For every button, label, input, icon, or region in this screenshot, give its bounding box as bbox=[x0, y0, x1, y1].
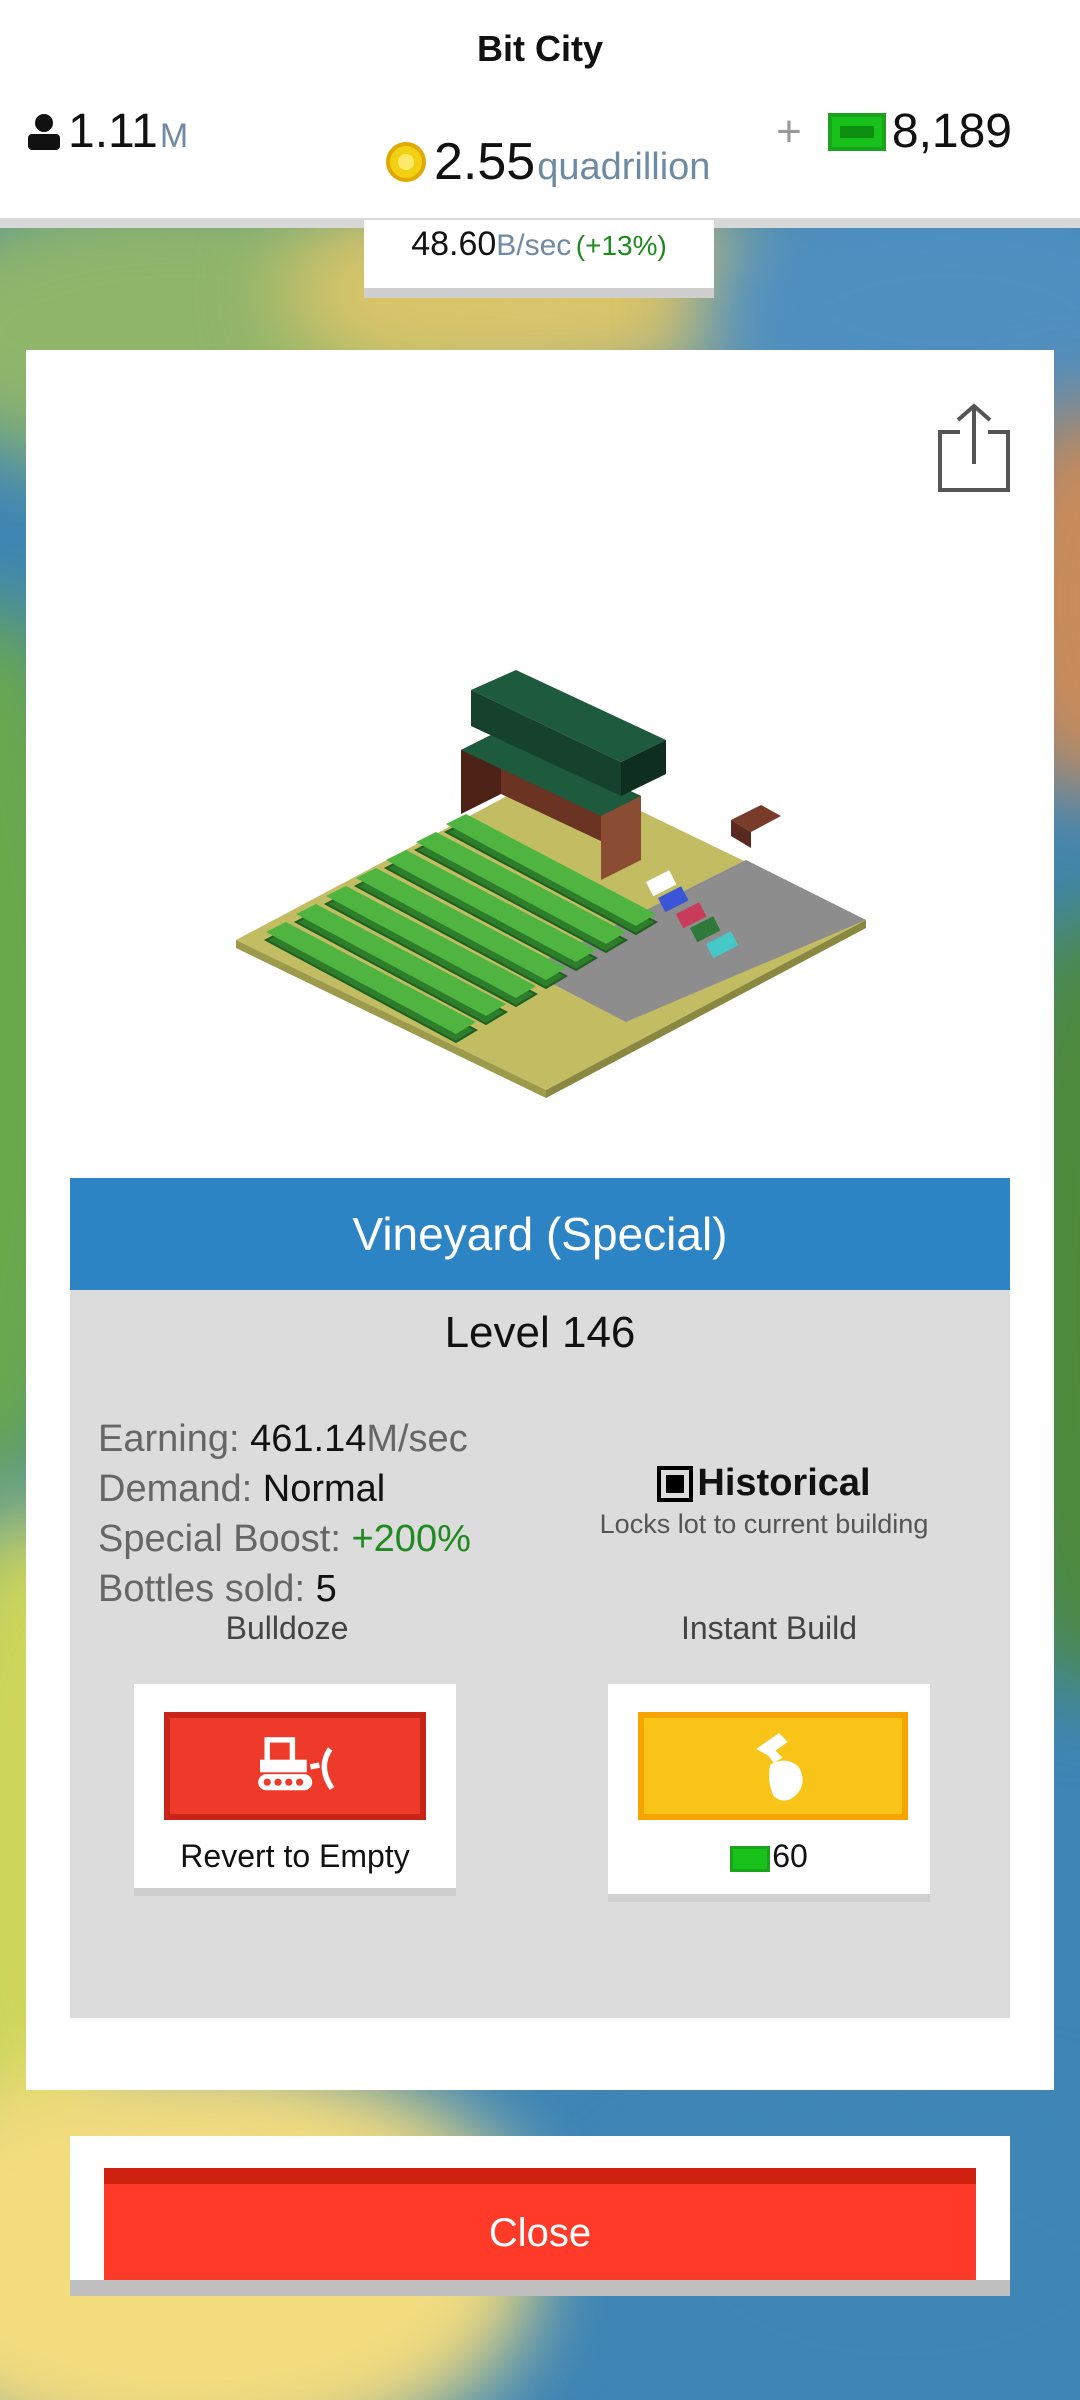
income-unit: B/sec bbox=[496, 229, 572, 262]
building-stats: Earning: 461.14M/sec Demand: Normal Spec… bbox=[98, 1414, 471, 1614]
app-title: Bit City bbox=[477, 28, 603, 69]
add-cash-button[interactable]: + bbox=[776, 107, 802, 157]
earning-label: Earning: bbox=[98, 1418, 240, 1460]
special-boost-row: Special Boost: +200% bbox=[98, 1514, 471, 1564]
cash-value: 8,189 bbox=[891, 105, 1012, 158]
building-card: Vineyard (Special) Level 146 Earning: 46… bbox=[26, 350, 1054, 2090]
demand-row: Demand: Normal bbox=[98, 1464, 471, 1514]
historical-toggle[interactable]: Historical Locks lot to current building bbox=[594, 1462, 934, 1540]
cash-counter[interactable]: + 8,189 bbox=[776, 104, 1012, 159]
population-unit: M bbox=[159, 117, 189, 155]
cash-icon bbox=[730, 1845, 771, 1872]
close-panel-shadow bbox=[70, 2280, 1010, 2296]
coin-counter[interactable]: 2.55 quadrillion bbox=[386, 132, 710, 192]
instant-build-cost-value: 60 bbox=[772, 1838, 808, 1874]
bulldozer-icon bbox=[258, 1737, 335, 1791]
population-counter[interactable]: 1.11 M bbox=[26, 104, 188, 159]
person-icon bbox=[28, 113, 60, 150]
bulldoze-label: Bulldoze bbox=[225, 1610, 349, 1646]
bottles-sold-label: Bottles sold: bbox=[98, 1568, 305, 1610]
boost-label: Special Boost: bbox=[98, 1518, 341, 1560]
income-rate-shadow bbox=[364, 288, 714, 298]
instant-build-button[interactable]: 60 bbox=[608, 1684, 930, 1902]
top-bar: Bit City 1.11 M 2.55 quadrillion + 8,189 bbox=[0, 0, 1080, 220]
bottles-sold-value: 5 bbox=[315, 1568, 337, 1610]
close-button[interactable]: Close bbox=[104, 2168, 976, 2282]
earning-row: Earning: 461.14M/sec bbox=[98, 1414, 471, 1464]
coin-icon bbox=[386, 142, 426, 182]
instant-build-label: Instant Build bbox=[680, 1610, 858, 1646]
earning-unit: M/sec bbox=[366, 1418, 468, 1460]
historical-description: Locks lot to current building bbox=[599, 1509, 929, 1539]
share-icon[interactable] bbox=[934, 402, 1014, 494]
bulldoze-caption: Revert to Empty bbox=[180, 1838, 410, 1874]
boost-value: +200% bbox=[351, 1518, 471, 1560]
population-value: 1.11 bbox=[68, 105, 158, 158]
demand-label: Demand: bbox=[98, 1468, 253, 1510]
income-boost: (+13%) bbox=[575, 230, 667, 261]
building-level: Level 146 bbox=[444, 1308, 636, 1357]
income-value: 48.60 bbox=[411, 225, 497, 263]
instant-build-cost: 60 bbox=[608, 1838, 930, 1875]
cash-icon bbox=[827, 112, 886, 151]
bottles-sold-row: Bottles sold: 5 bbox=[98, 1564, 471, 1614]
historical-checkbox[interactable] bbox=[657, 1465, 694, 1502]
building-name-banner: Vineyard (Special) bbox=[70, 1178, 1010, 1290]
bulldoze-button-face[interactable] bbox=[164, 1712, 426, 1820]
hammer-icon bbox=[756, 1733, 803, 1801]
income-rate: 48.60B/sec (+13%) bbox=[364, 220, 714, 298]
bulldoze-button[interactable]: Revert to Empty bbox=[134, 1684, 456, 1896]
demand-value: Normal bbox=[262, 1468, 386, 1510]
close-panel: Close bbox=[70, 2136, 1010, 2282]
historical-title: Historical bbox=[697, 1462, 871, 1504]
instant-build-button-face[interactable] bbox=[638, 1712, 908, 1820]
coin-unit: quadrillion bbox=[537, 146, 711, 188]
building-info-panel: Level 146 Earning: 461.14M/sec Demand: N… bbox=[70, 1290, 1010, 2018]
vineyard-building-image bbox=[236, 670, 866, 1098]
coin-value: 2.55 bbox=[434, 133, 536, 191]
earning-value: 461.14 bbox=[250, 1418, 367, 1460]
